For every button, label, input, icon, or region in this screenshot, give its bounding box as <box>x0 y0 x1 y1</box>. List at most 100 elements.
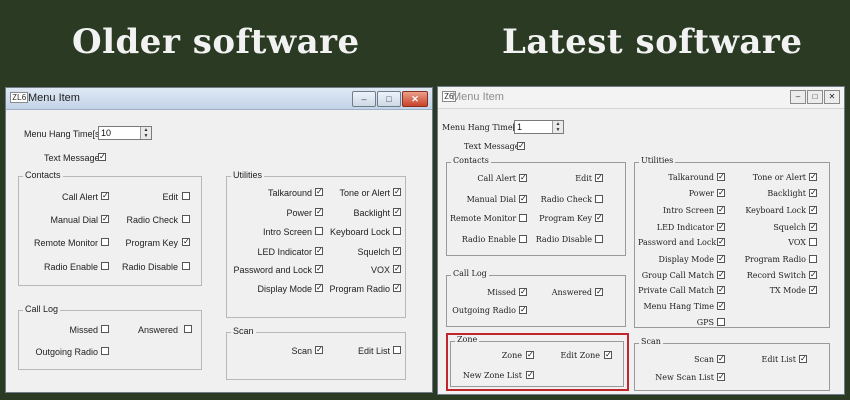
minimize-button[interactable]: – <box>352 91 376 107</box>
minimize-button[interactable]: – <box>790 90 806 104</box>
vox-checkbox[interactable]: ✓ <box>393 265 401 273</box>
scan-label: Scan <box>291 346 312 356</box>
radio-enable-checkbox[interactable] <box>101 262 109 270</box>
maximize-button[interactable]: □ <box>377 91 401 107</box>
manual-dial-checkbox[interactable]: ✓ <box>101 215 109 223</box>
utility-label: Talkaround <box>267 188 312 198</box>
password-and-lock-checkbox[interactable]: ✓ <box>717 238 725 246</box>
edit-checkbox[interactable]: ✓ <box>595 174 603 182</box>
tx-mode-checkbox[interactable]: ✓ <box>809 286 817 294</box>
edit-list-checkbox[interactable]: ✓ <box>799 355 807 363</box>
scan-checkbox[interactable]: ✓ <box>717 355 725 363</box>
radio-enable-checkbox[interactable] <box>519 235 527 243</box>
group-call-match-checkbox[interactable]: ✓ <box>717 271 725 279</box>
contact-label: Call Alert <box>61 192 98 202</box>
zone-label: Edit Zone <box>560 351 600 360</box>
squelch-checkbox[interactable]: ✓ <box>393 247 401 255</box>
edit-checkbox[interactable] <box>182 192 190 200</box>
tone-or-alert-checkbox[interactable]: ✓ <box>809 173 817 181</box>
old-menu-item-window: ZL6 Menu Item – □ ✕ Menu Hang Time[s] 10… <box>5 87 433 393</box>
utility-label: Power <box>286 208 312 218</box>
scan-group: Scan <box>226 326 406 380</box>
radio-disable-checkbox[interactable] <box>182 262 190 270</box>
password-and-lock-checkbox[interactable]: ✓ <box>315 265 323 273</box>
remote-monitor-checkbox[interactable] <box>101 238 109 246</box>
close-button[interactable]: ✕ <box>824 90 840 104</box>
window-title: Menu Item <box>28 92 80 104</box>
text-message-checkbox[interactable]: ✓ <box>98 153 106 161</box>
utilities-group-title: Utilities <box>639 156 676 165</box>
record-switch-checkbox[interactable]: ✓ <box>809 271 817 279</box>
display-mode-checkbox[interactable]: ✓ <box>315 284 323 292</box>
call-log-group: Call Log <box>18 304 202 370</box>
call-alert-checkbox[interactable]: ✓ <box>101 192 109 200</box>
led-indicator-checkbox[interactable]: ✓ <box>315 247 323 255</box>
manual-dial-checkbox[interactable]: ✓ <box>519 195 527 203</box>
missed-checkbox[interactable] <box>101 325 109 333</box>
utility-label: Menu Hang Time <box>643 302 714 311</box>
call-log-label: Missed <box>487 288 516 297</box>
private-call-match-checkbox[interactable]: ✓ <box>717 286 725 294</box>
call-log-group: Call Log <box>446 269 626 327</box>
menu-hang-time-label: Menu Hang Time[s] <box>442 123 523 132</box>
call-log-label: Answered <box>137 325 178 335</box>
contacts-group-title: Contacts <box>23 170 63 180</box>
utility-label: Backlight <box>767 189 806 198</box>
remote-monitor-checkbox[interactable] <box>519 214 527 222</box>
new-title-bar[interactable]: Z6 Menu Item – □ ✕ <box>438 87 844 109</box>
scan-group-title: Scan <box>639 337 663 346</box>
call-alert-checkbox[interactable]: ✓ <box>519 174 527 182</box>
talkaround-checkbox[interactable]: ✓ <box>717 173 725 181</box>
intro-screen-checkbox[interactable] <box>315 227 323 235</box>
new-menu-item-window: Z6 Menu Item – □ ✕ Menu Hang Time[s] 1 ▲… <box>437 86 845 395</box>
keyboard-lock-checkbox[interactable]: ✓ <box>809 206 817 214</box>
call-log-label: Missed <box>69 325 98 335</box>
new-scan-list-checkbox[interactable]: ✓ <box>717 373 725 381</box>
maximize-button[interactable]: □ <box>807 90 823 104</box>
program-key-checkbox[interactable]: ✓ <box>182 238 190 246</box>
edit-list-checkbox[interactable] <box>393 346 401 354</box>
zone-label: Zone <box>501 351 522 360</box>
contact-label: Remote Monitor <box>450 214 517 223</box>
backlight-checkbox[interactable]: ✓ <box>809 189 817 197</box>
spin-arrows-icon[interactable]: ▲ ▼ <box>552 121 563 133</box>
text-message-checkbox[interactable]: ✓ <box>517 142 525 150</box>
squelch-checkbox[interactable]: ✓ <box>809 223 817 231</box>
vox-checkbox[interactable] <box>809 238 817 246</box>
radio-check-checkbox[interactable] <box>182 215 190 223</box>
text-message-label: Text Message <box>464 142 520 151</box>
radio-check-checkbox[interactable] <box>595 195 603 203</box>
program-key-checkbox[interactable]: ✓ <box>595 214 603 222</box>
utility-label: LED Indicator <box>257 247 312 257</box>
outgoing-radio-checkbox[interactable]: ✓ <box>519 306 527 314</box>
talkaround-checkbox[interactable]: ✓ <box>315 188 323 196</box>
radio-disable-checkbox[interactable] <box>595 235 603 243</box>
tone-or-alert-checkbox[interactable]: ✓ <box>393 188 401 196</box>
keyboard-lock-checkbox[interactable] <box>393 227 401 235</box>
outgoing-radio-checkbox[interactable] <box>101 347 109 355</box>
scan-checkbox[interactable]: ✓ <box>315 346 323 354</box>
spin-arrows-icon[interactable]: ▲ ▼ <box>140 127 151 139</box>
close-button[interactable]: ✕ <box>402 91 428 107</box>
missed-checkbox[interactable]: ✓ <box>519 288 527 296</box>
intro-screen-checkbox[interactable]: ✓ <box>717 206 725 214</box>
scan-label: New Scan List <box>655 373 714 382</box>
backlight-checkbox[interactable]: ✓ <box>393 208 401 216</box>
zone-highlight-box <box>446 333 629 391</box>
program-radio-checkbox[interactable] <box>809 255 817 263</box>
power-checkbox[interactable]: ✓ <box>717 189 725 197</box>
answered-checkbox[interactable]: ✓ <box>595 288 603 296</box>
power-checkbox[interactable]: ✓ <box>315 208 323 216</box>
display-mode-checkbox[interactable]: ✓ <box>717 255 725 263</box>
menu-hang-time-stepper[interactable]: 10 ▲ ▼ <box>98 126 152 140</box>
menu-hang-time-stepper[interactable]: 1 ▲ ▼ <box>514 120 564 134</box>
answered-checkbox[interactable] <box>184 325 192 333</box>
program-radio-checkbox[interactable]: ✓ <box>393 284 401 292</box>
new-zone-list-checkbox[interactable]: ✓ <box>526 371 534 379</box>
old-title-bar[interactable]: ZL6 Menu Item – □ ✕ <box>6 88 432 110</box>
zone-checkbox[interactable]: ✓ <box>526 351 534 359</box>
edit-zone-checkbox[interactable]: ✓ <box>604 351 612 359</box>
menu-hang-time-checkbox[interactable]: ✓ <box>717 302 725 310</box>
led-indicator-checkbox[interactable]: ✓ <box>717 223 725 231</box>
gps-checkbox[interactable] <box>717 318 725 326</box>
